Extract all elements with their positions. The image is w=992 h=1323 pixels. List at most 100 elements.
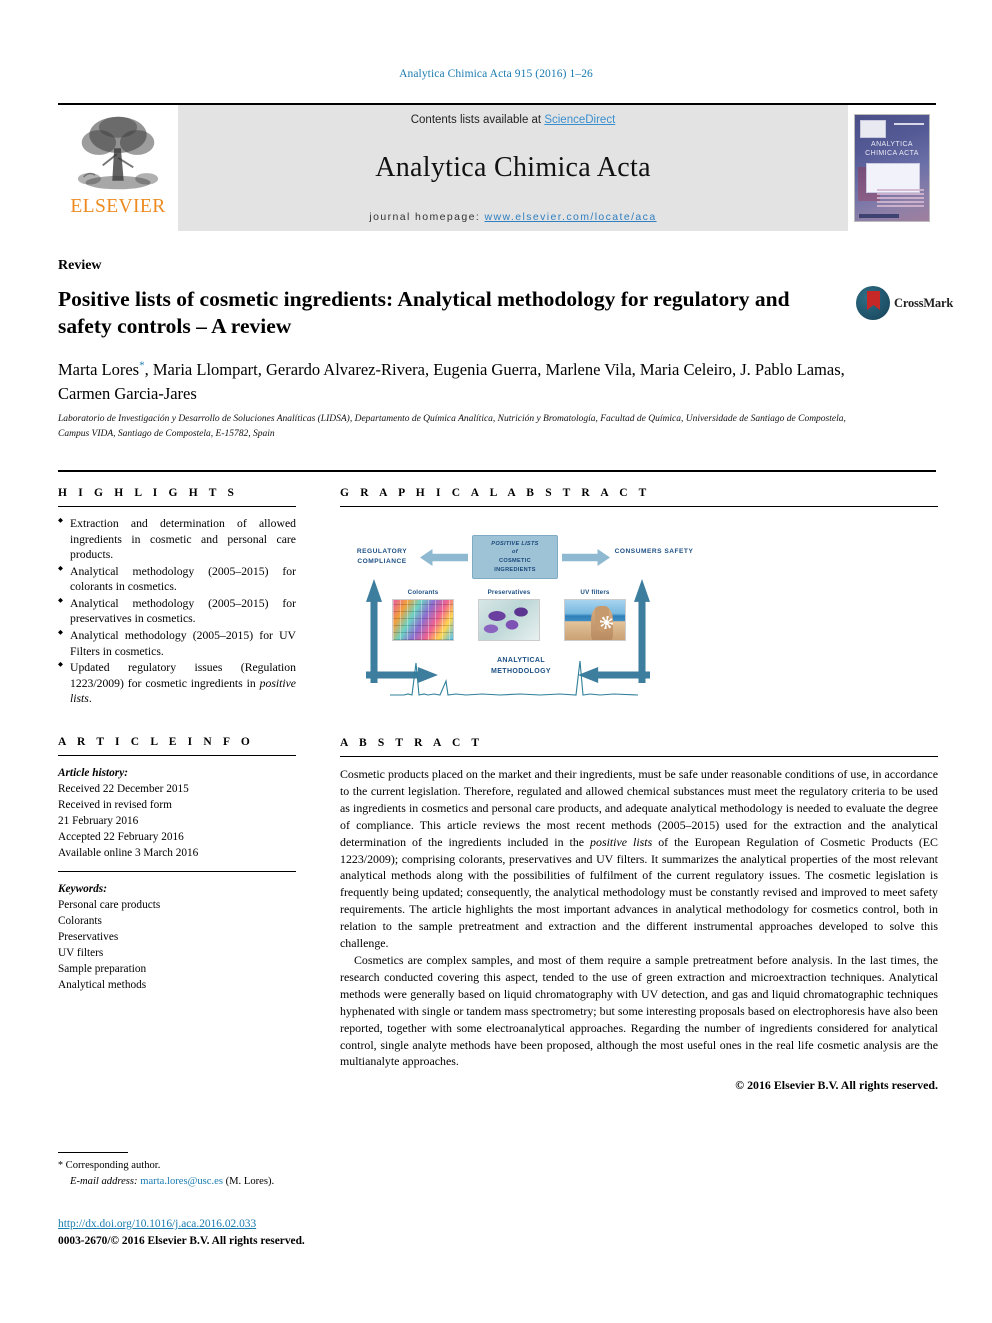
footnote-rule — [58, 1152, 128, 1153]
graphical-abstract-heading: G R A P H I C A L A B S T R A C T — [340, 487, 651, 499]
crossmark-badge[interactable]: CrossMark — [856, 282, 953, 324]
highlights-heading: H I G H L I G H T S — [58, 487, 239, 499]
article-first-page: Analytica Chimica Acta 915 (2016) 1–26 E… — [0, 0, 992, 1323]
cover-top-rule — [894, 123, 924, 125]
abstract-p1-b: of the European Regulation of Cosmetic P… — [340, 834, 938, 951]
email-label: E-mail address: — [70, 1175, 138, 1187]
journal-homepage-line: journal homepage: www.elsevier.com/locat… — [369, 211, 656, 223]
ga-arrow-left-icon — [420, 549, 468, 566]
article-history: Article history: Received 22 December 20… — [58, 765, 296, 861]
keyword-item: Preservatives — [58, 931, 119, 944]
ga-thumb-image-uv-filters — [564, 599, 626, 641]
abstract-paragraph-1: Cosmetic products placed on the market a… — [340, 766, 938, 952]
list-item: Analytical methodology (2005–2015) for U… — [58, 628, 296, 659]
ga-thumb-caption: Colorants — [407, 589, 439, 596]
history-item: Accepted 22 February 2016 — [58, 830, 184, 843]
abstract-heading: A B S T R A C T — [340, 737, 484, 749]
issn-copyright-line: 0003-2670/© 2016 Elsevier B.V. All right… — [58, 1235, 305, 1248]
ga-center-line1: POSITIVE LISTS — [491, 540, 539, 547]
running-head: Analytica Chimica Acta 915 (2016) 1–26 — [399, 68, 593, 80]
history-item: Received in revised form — [58, 798, 172, 811]
journal-cover-block: ANALYTICA CHIMICA ACTA — [848, 105, 936, 231]
journal-masthead: ELSEVIER Contents lists available at Sci… — [58, 103, 936, 231]
ga-center-box: POSITIVE LISTS of COSMETIC INGREDIENTS — [472, 535, 558, 579]
article-info-heading: A R T I C L E I N F O — [58, 735, 254, 748]
ga-thumb-colorants: Colorants — [392, 589, 454, 641]
rule-above-columns — [58, 470, 936, 472]
article-info-rule — [58, 754, 296, 756]
keywords-block: Keywords: Personal care products Coloran… — [58, 881, 296, 993]
keyword-item: Sample preparation — [58, 963, 147, 976]
email-suffix: (M. Lores). — [225, 1175, 275, 1187]
ga-thumb-image-preservatives — [478, 599, 540, 641]
contents-line: Contents lists available at ScienceDirec… — [411, 114, 616, 126]
page-title: Positive lists of cosmetic ingredients: … — [58, 287, 790, 338]
list-item: Extraction and determination of allowed … — [58, 516, 296, 563]
journal-homepage-link[interactable]: www.elsevier.com/locate/aca — [485, 211, 657, 223]
graphical-abstract-diagram: POSITIVE LISTS of COSMETIC INGREDIENTS R… — [346, 525, 766, 707]
doi-link[interactable]: http://dx.doi.org/10.1016/j.aca.2016.02.… — [58, 1218, 256, 1230]
right-column: G R A P H I C A L A B S T R A C T POSITI… — [340, 487, 938, 1094]
ga-left-label: REGULATORY COMPLIANCE — [356, 548, 408, 565]
corresponding-marker: * — [139, 359, 145, 372]
ga-thumb-image-colorants — [392, 599, 454, 641]
corresponding-star: * — [58, 1160, 63, 1171]
graphical-abstract-rule — [340, 506, 938, 507]
ga-big-arrow-left-up-icon — [366, 579, 382, 683]
ga-thumb-uv-filters: UV filters — [564, 589, 626, 641]
highlights-rule — [58, 506, 296, 507]
ga-thumb-caption: Preservatives — [487, 589, 531, 596]
ga-bottom-label: ANALYTICAL METHODOLOGY — [490, 657, 551, 676]
elsevier-tree-icon — [77, 116, 159, 190]
abstract-paragraph-2: Cosmetics are complex samples, and most … — [340, 952, 938, 1069]
contents-prefix: Contents lists available at — [410, 114, 545, 126]
abstract-copyright: © 2016 Elsevier B.V. All rights reserved… — [735, 1078, 938, 1093]
keyword-item: UV filters — [58, 947, 104, 960]
left-column: H I G H L I G H T S Extraction and deter… — [58, 487, 296, 993]
corresponding-author-label: Corresponding author. — [65, 1160, 161, 1171]
author-list: Marta Lores*, Maria Llompart, Gerardo Al… — [58, 359, 845, 403]
ga-arrow-right-icon — [562, 549, 610, 566]
ga-right-label: CONSUMERS SAFETY — [614, 548, 694, 555]
keywords-rule — [58, 870, 296, 872]
ga-thumb-preservatives: Preservatives — [478, 589, 540, 641]
list-item: Analytical methodology (2005–2015) for c… — [58, 564, 296, 595]
ga-center-line2: of — [512, 549, 518, 556]
keyword-item: Personal care products — [58, 898, 161, 911]
list-item: Updated regulatory issues (Regulation 12… — [58, 660, 296, 707]
email-line: E-mail address: marta.lores@usc.es (M. L… — [58, 1174, 478, 1190]
email-link[interactable]: marta.lores@usc.es — [140, 1176, 223, 1187]
graphical-abstract-figure: POSITIVE LISTS of COSMETIC INGREDIENTS R… — [340, 519, 938, 715]
history-item: Available online 3 March 2016 — [58, 846, 199, 859]
cover-footer-bar — [859, 214, 899, 218]
journal-title: Analytica Chimica Acta — [375, 152, 651, 184]
article-history-label: Article history: — [58, 766, 128, 779]
highlights-list: Extraction and determination of allowed … — [58, 516, 296, 707]
footnote-block: * Corresponding author. E-mail address: … — [58, 1158, 478, 1190]
ga-center-line3: COSMETIC — [499, 558, 531, 564]
elsevier-wordmark: ELSEVIER — [70, 196, 166, 217]
ga-thumb-caption: UV filters — [580, 589, 610, 596]
journal-band: Contents lists available at ScienceDirec… — [178, 105, 848, 231]
elsevier-logo: ELSEVIER — [58, 105, 178, 231]
homepage-prefix: journal homepage: — [369, 210, 485, 223]
history-item: 21 February 2016 — [58, 814, 139, 827]
sciencedirect-link[interactable]: ScienceDirect — [544, 114, 615, 126]
affiliation: Laboratorio de Investigación y Desarroll… — [58, 414, 846, 439]
doi-block: http://dx.doi.org/10.1016/j.aca.2016.02.… — [58, 1216, 558, 1250]
list-item: Analytical methodology (2005–2015) for p… — [58, 596, 296, 627]
keywords-label: Keywords: — [58, 882, 107, 895]
history-item: Received 22 December 2015 — [58, 782, 189, 795]
corresponding-author-line: * Corresponding author. — [58, 1158, 478, 1174]
ga-center-line4: INGREDIENTS — [494, 566, 536, 573]
cover-logo-box — [860, 120, 886, 138]
journal-cover-thumbnail[interactable]: ANALYTICA CHIMICA ACTA — [854, 114, 930, 222]
keyword-item: Analytical methods — [58, 979, 147, 992]
abstract-p1-emphasis: positive lists — [590, 834, 653, 849]
abstract-body: Cosmetic products placed on the market a… — [340, 766, 938, 1094]
keyword-item: Colorants — [58, 915, 102, 927]
cover-text-lines — [877, 189, 924, 209]
crossmark-label: CrossMark — [894, 295, 954, 310]
crossmark-icon — [856, 286, 890, 320]
abstract-rule — [340, 756, 938, 757]
